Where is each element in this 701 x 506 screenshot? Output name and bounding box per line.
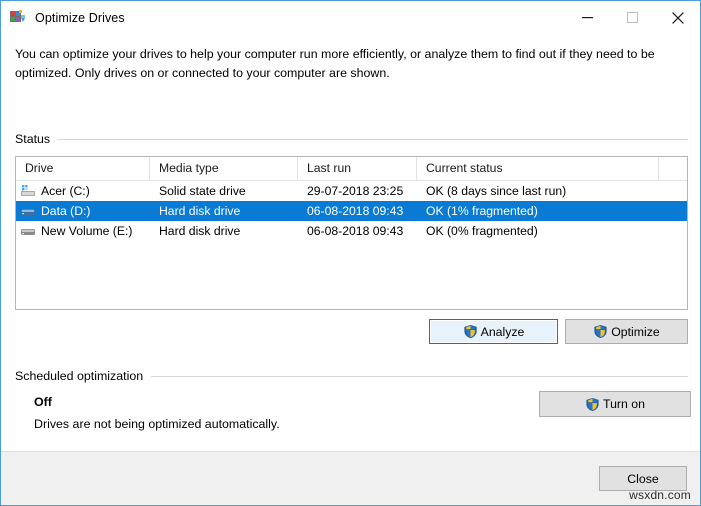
- uac-shield-icon: [593, 324, 608, 339]
- maximize-button[interactable]: [610, 1, 655, 34]
- cell-drive: New Volume (E:): [16, 223, 150, 239]
- hard-disk-drive-icon: [20, 223, 36, 239]
- dialog-footer: Close wsxdn.com: [1, 451, 700, 505]
- ssd-drive-icon: [20, 183, 36, 199]
- table-row[interactable]: Data (D:) Hard disk drive 06-08-2018 09:…: [16, 201, 687, 221]
- turn-on-button[interactable]: Turn on: [539, 391, 691, 417]
- optimize-button[interactable]: Optimize: [565, 319, 688, 344]
- hard-disk-drive-icon: [20, 203, 36, 219]
- uac-shield-icon: [585, 397, 600, 412]
- column-header-last-run[interactable]: Last run: [298, 157, 417, 180]
- description-text: You can optimize your drives to help you…: [15, 47, 655, 80]
- cell-drive-label: Acer (C:): [41, 184, 90, 198]
- drives-list-header: Drive Media type Last run Current status: [16, 157, 687, 181]
- drives-list-body: Acer (C:) Solid state drive 29-07-2018 2…: [16, 181, 687, 241]
- minimize-icon: [582, 17, 593, 19]
- window-controls: [565, 1, 700, 34]
- window-title: Optimize Drives: [35, 10, 125, 25]
- cell-drive-label: New Volume (E:): [41, 224, 133, 238]
- optimize-button-label: Optimize: [611, 324, 660, 339]
- column-header-media-type[interactable]: Media type: [150, 157, 298, 180]
- status-group-label: Status: [15, 132, 51, 146]
- schedule-state: Off: [34, 395, 52, 409]
- column-header-current-status[interactable]: Current status: [417, 157, 659, 180]
- cell-last-run: 29-07-2018 23:25: [307, 184, 404, 198]
- scheduled-group-rule: [151, 375, 688, 377]
- cell-drive-label: Data (D:): [41, 204, 91, 218]
- uac-shield-icon: [463, 324, 478, 339]
- cell-drive: Acer (C:): [16, 183, 150, 199]
- close-window-button[interactable]: [655, 1, 700, 34]
- cell-current-status: OK (8 days since last run): [426, 184, 567, 198]
- cell-last-run: 06-08-2018 09:43: [307, 224, 404, 238]
- title-bar: Optimize Drives: [1, 1, 700, 34]
- maximize-icon: [627, 12, 638, 23]
- close-icon: [671, 11, 684, 24]
- status-group-header: Status: [15, 132, 688, 146]
- cell-media-type: Solid state drive: [159, 184, 246, 198]
- cell-last-run: 06-08-2018 09:43: [307, 204, 404, 218]
- table-row[interactable]: Acer (C:) Solid state drive 29-07-2018 2…: [16, 181, 687, 201]
- dialog-body: You can optimize your drives to help you…: [1, 34, 700, 451]
- cell-drive: Data (D:): [16, 203, 150, 219]
- cell-media-type: Hard disk drive: [159, 224, 241, 238]
- drives-list[interactable]: Drive Media type Last run Current status: [15, 156, 688, 310]
- close-button-label: Close: [627, 471, 659, 486]
- cell-current-status: OK (0% fragmented): [426, 224, 538, 238]
- cell-current-status: OK (1% fragmented): [426, 204, 538, 218]
- schedule-note: Drives are not being optimized automatic…: [34, 417, 280, 431]
- scheduled-group-label: Scheduled optimization: [15, 369, 144, 383]
- optimize-drives-icon: [10, 9, 26, 26]
- status-group-rule: [58, 138, 688, 140]
- minimize-button[interactable]: [565, 1, 610, 34]
- watermark: wsxdn.com: [629, 488, 691, 502]
- optimize-drives-window: Optimize Drives You can optimize your dr…: [0, 0, 701, 506]
- turn-on-button-label: Turn on: [603, 397, 645, 411]
- scheduled-group-header: Scheduled optimization: [15, 369, 688, 383]
- table-row[interactable]: New Volume (E:) Hard disk drive 06-08-20…: [16, 221, 687, 241]
- cell-media-type: Hard disk drive: [159, 204, 241, 218]
- analyze-button-label: Analyze: [480, 324, 525, 339]
- column-header-drive[interactable]: Drive: [16, 157, 150, 180]
- column-header-spacer[interactable]: [659, 157, 687, 180]
- analyze-button[interactable]: Analyze: [429, 319, 558, 344]
